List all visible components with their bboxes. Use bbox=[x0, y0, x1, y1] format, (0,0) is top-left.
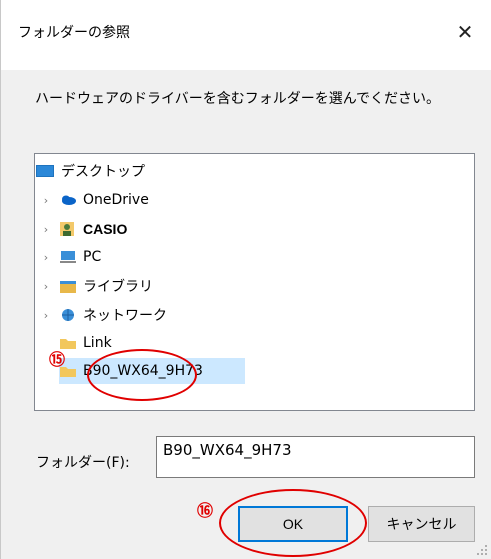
callout-step-15: ⑮ bbox=[49, 350, 66, 369]
expand-chevron-icon[interactable]: › bbox=[39, 251, 53, 264]
tree-item-label: ライブラリ bbox=[83, 279, 153, 295]
title-bar: フォルダーの参照 ✕ bbox=[1, 0, 491, 70]
tree-item-label: PC bbox=[83, 249, 102, 265]
tree-item-label: Link bbox=[83, 335, 112, 351]
network-icon bbox=[59, 307, 77, 323]
tree-item-library[interactable]: › ライブラリ bbox=[39, 273, 153, 299]
callout-ellipse-15 bbox=[87, 349, 197, 401]
tree-item-network[interactable]: › ネットワーク bbox=[39, 302, 167, 328]
tree-item-link[interactable]: Link bbox=[59, 330, 112, 356]
callout-ellipse-16 bbox=[219, 489, 367, 557]
expand-chevron-icon[interactable]: › bbox=[39, 194, 53, 207]
tree-item-label: ネットワーク bbox=[83, 308, 167, 324]
callout-step-16: ⑯ bbox=[197, 501, 214, 520]
folder-field-label: フォルダー(F): bbox=[36, 455, 130, 471]
expand-chevron-icon[interactable]: › bbox=[39, 309, 53, 322]
tree-item-label: OneDrive bbox=[83, 192, 149, 208]
expand-chevron-icon[interactable]: › bbox=[39, 223, 53, 236]
folder-path-field[interactable]: B90_WX64_9H73 bbox=[156, 436, 475, 478]
dialog-title: フォルダーの参照 bbox=[18, 25, 130, 41]
tree-item-casio[interactable]: › CASIO bbox=[39, 216, 128, 242]
instruction-text: ハードウェアのドライバーを含むフォルダーを選んでください。 bbox=[35, 91, 441, 107]
tree-item-onedrive[interactable]: › OneDrive bbox=[39, 187, 149, 213]
browse-folder-dialog: フォルダーの参照 ✕ ハードウェアのドライバーを含むフォルダーを選んでください。… bbox=[0, 0, 491, 559]
tree-item-label: デスクトップ bbox=[61, 164, 145, 180]
tree-item-desktop[interactable]: デスクトップ bbox=[35, 158, 145, 184]
user-icon bbox=[59, 221, 77, 237]
tree-item-pc[interactable]: › PC bbox=[39, 244, 101, 270]
tree-item-label: CASIO bbox=[83, 221, 128, 237]
desktop-icon bbox=[35, 163, 55, 179]
close-button[interactable]: ✕ bbox=[449, 16, 481, 48]
library-icon bbox=[59, 278, 77, 294]
cloud-icon bbox=[59, 192, 77, 208]
computer-icon bbox=[59, 249, 77, 265]
expand-chevron-icon[interactable]: › bbox=[39, 280, 53, 293]
cancel-button[interactable]: キャンセル bbox=[368, 506, 475, 542]
resize-grip-icon[interactable] bbox=[476, 544, 488, 556]
